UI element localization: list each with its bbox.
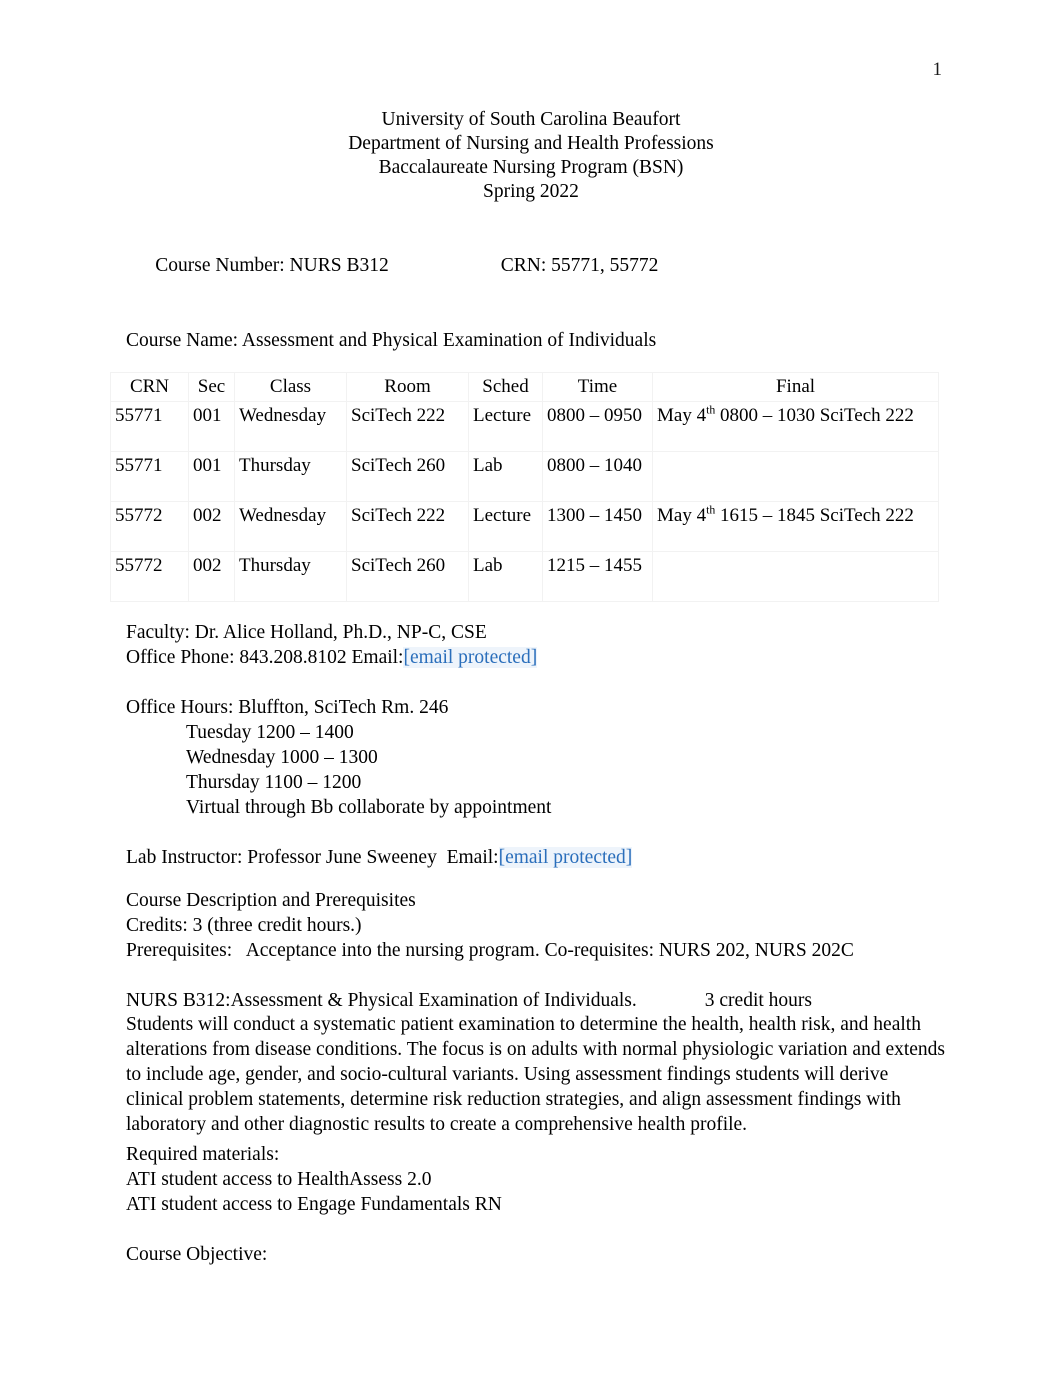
crn-label: CRN: 55771, 55772 (500, 255, 659, 276)
cell-final (652, 551, 939, 602)
cell-class: Thursday (234, 451, 347, 502)
office-phone-row: Office Phone: 843.208.8102 Email:[email … (126, 645, 941, 670)
table-row: 55771 001 Wednesday SciTech 222 Lecture … (110, 401, 939, 452)
final-date-prefix: May 4 (657, 405, 707, 426)
cell-time: 1300 – 1450 (542, 501, 653, 552)
final-date-suffix: 1615 – 1845 SciTech 222 (715, 505, 914, 526)
final-date-ordinal: th (706, 403, 716, 417)
required-material-item: ATI student access to HealthAssess 2.0 (126, 1169, 432, 1190)
required-materials-block: Required materials: ATI student access t… (126, 1142, 941, 1217)
cell-sec: 002 (188, 551, 235, 602)
course-objective-heading: Course Objective: (126, 1244, 268, 1265)
header-line-term: Spring 2022 (483, 181, 579, 202)
course-number-row: Course Number: NURS B312 CRN: 55771, 5577… (126, 228, 941, 303)
document-header: University of South Carolina Beaufort De… (0, 108, 1062, 204)
cell-sched: Lecture (468, 501, 543, 552)
lab-instructor-row: Lab Instructor: Professor June Sweeney E… (126, 845, 941, 870)
prerequisites-row: Prerequisites: Acceptance into the nursi… (126, 940, 854, 961)
header-line-program: Baccalaureate Nursing Program (BSN) (378, 157, 684, 178)
office-hours-item: Virtual through Bb collaborate by appoin… (126, 795, 941, 820)
cell-final: May 4th 0800 – 1030 SciTech 222 (652, 401, 939, 452)
column-header-room: Room (346, 372, 469, 402)
cell-crn: 55772 (110, 501, 189, 552)
office-hours-item: Tuesday 1200 – 1400 (126, 720, 941, 745)
lab-instructor-email-link[interactable]: [email protected] (498, 847, 633, 868)
schedule-table-container: CRN Sec Class Room Sched Time Final 5577… (110, 372, 939, 602)
office-hours-virtual: Virtual through Bb collaborate by appoin… (186, 797, 552, 818)
header-line-department: Department of Nursing and Health Profess… (348, 133, 714, 154)
cell-room: SciTech 222 (346, 501, 469, 552)
faculty-row: Faculty: Dr. Alice Holland, Ph.D., NP-C,… (126, 622, 487, 643)
cell-sched: Lecture (468, 401, 543, 452)
cell-sec: 001 (188, 451, 235, 502)
course-name-row: Course Name: Assessment and Physical Exa… (126, 330, 657, 351)
cell-sched: Lab (468, 451, 543, 502)
column-header-sched: Sched (468, 372, 543, 402)
course-title-credits-row: NURS B312:Assessment & Physical Examinat… (126, 988, 941, 1013)
cell-room: SciTech 260 (346, 451, 469, 502)
final-date-ordinal: th (706, 503, 716, 517)
faculty-block: Faculty: Dr. Alice Holland, Ph.D., NP-C,… (126, 620, 941, 870)
cell-class: Thursday (234, 551, 347, 602)
table-row: 55771 001 Thursday SciTech 260 Lab 0800 … (110, 451, 939, 502)
credits-row: Credits: 3 (three credit hours.) (126, 915, 362, 936)
cell-room: SciTech 222 (346, 401, 469, 452)
course-credit-hours: 3 credit hours (704, 990, 813, 1011)
cell-sec: 001 (188, 401, 235, 452)
description-heading: Course Description and Prerequisites (126, 890, 416, 911)
cell-time: 0800 – 1040 (542, 451, 653, 502)
office-hours-row: Office Hours: Bluffton, SciTech Rm. 246 (126, 697, 449, 718)
column-header-time: Time (542, 372, 653, 402)
cell-time: 0800 – 0950 (542, 401, 653, 452)
description-block: Course Description and Prerequisites Cre… (126, 888, 941, 1013)
table-header-row: CRN Sec Class Room Sched Time Final (110, 372, 939, 402)
cell-crn: 55772 (110, 551, 189, 602)
office-hours-wednesday: Wednesday 1000 – 1300 (186, 747, 378, 768)
course-title-text: NURS B312:Assessment & Physical Examinat… (126, 990, 637, 1011)
required-material-item: ATI student access to Engage Fundamental… (126, 1194, 502, 1215)
course-number-label: Course Number: NURS B312 (155, 255, 389, 276)
column-header-class: Class (234, 372, 347, 402)
page-number: 1 (932, 59, 943, 80)
table-row: 55772 002 Wednesday SciTech 222 Lecture … (110, 501, 939, 552)
lab-instructor-label: Lab Instructor: Professor June Sweeney E… (126, 847, 499, 868)
course-objective-block: Course Objective: (126, 1242, 941, 1267)
table-row: 55772 002 Thursday SciTech 260 Lab 1215 … (110, 551, 939, 602)
cell-class: Wednesday (234, 501, 347, 552)
header-line-university: University of South Carolina Beaufort (381, 109, 681, 130)
office-hours-thursday: Thursday 1100 – 1200 (186, 772, 362, 793)
final-date-suffix: 0800 – 1030 SciTech 222 (715, 405, 914, 426)
final-date-prefix: May 4 (657, 505, 707, 526)
cell-final: May 4th 1615 – 1845 SciTech 222 (652, 501, 939, 552)
description-paragraph-container: Students will conduct a systematic patie… (126, 1012, 948, 1137)
cell-room: SciTech 260 (346, 551, 469, 602)
cell-final (652, 451, 939, 502)
office-phone-label: Office Phone: 843.208.8102 Email: (126, 647, 404, 668)
office-hours-tuesday: Tuesday 1200 – 1400 (186, 722, 354, 743)
required-materials-heading: Required materials: (126, 1144, 280, 1165)
schedule-table: CRN Sec Class Room Sched Time Final 5577… (110, 372, 939, 602)
cell-sched: Lab (468, 551, 543, 602)
course-description-paragraph: Students will conduct a systematic patie… (126, 1014, 946, 1135)
cell-crn: 55771 (110, 401, 189, 452)
cell-time: 1215 – 1455 (542, 551, 653, 602)
office-hours-item: Wednesday 1000 – 1300 (126, 745, 941, 770)
syllabus-page: 1 University of South Carolina Beaufort … (0, 0, 1062, 1377)
column-header-crn: CRN (110, 372, 189, 402)
column-header-final: Final (652, 372, 939, 402)
column-header-sec: Sec (188, 372, 235, 402)
faculty-email-link[interactable]: [email protected] (403, 647, 538, 668)
cell-crn: 55771 (110, 451, 189, 502)
cell-class: Wednesday (234, 401, 347, 452)
cell-sec: 002 (188, 501, 235, 552)
office-hours-item: Thursday 1100 – 1200 (126, 770, 941, 795)
